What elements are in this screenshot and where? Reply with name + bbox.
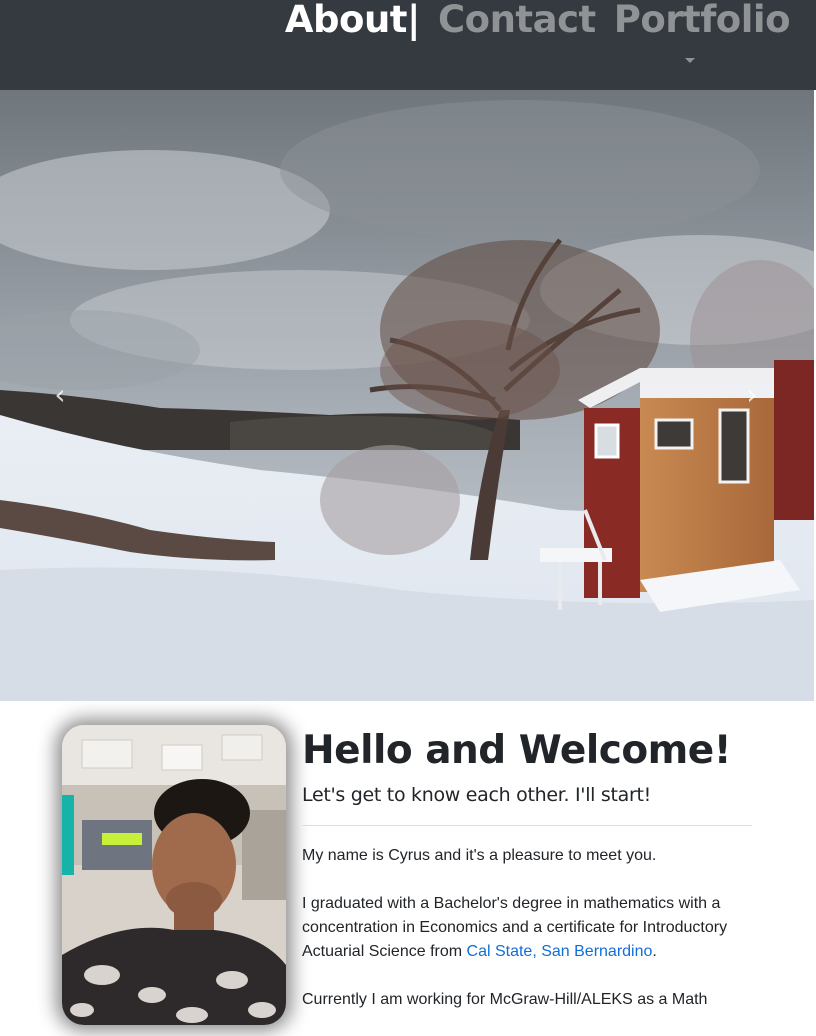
nav-contact-link[interactable]: Contact: [438, 0, 596, 40]
intro-paragraph-2: I graduated with a Bachelor's degree in …: [302, 892, 752, 964]
nav-portfolio-link[interactable]: Portfolio: [614, 0, 791, 40]
intro-paragraph-3: Currently I am working for McGraw-Hill/A…: [302, 991, 708, 1008]
intro-paragraph-2-end: .: [652, 943, 657, 960]
hero-carousel: ‹ ›: [0, 90, 814, 701]
nav-about-link[interactable]: About|: [285, 0, 421, 40]
page-title: Hello and Welcome!: [302, 728, 732, 773]
intro-lead: Let's get to know each other. I'll start…: [302, 784, 651, 806]
carousel-prev-icon[interactable]: ‹: [45, 380, 75, 410]
chevron-down-icon[interactable]: [684, 58, 695, 63]
carousel-next-icon[interactable]: ›: [737, 380, 767, 410]
profile-portrait-image: [62, 725, 286, 1025]
intro-paragraph-1: My name is Cyrus and it's a pleasure to …: [302, 847, 657, 864]
intro-section: Hello and Welcome! Let's get to know eac…: [302, 728, 752, 1036]
nav-portfolio-dropdown[interactable]: Portfolio: [596, 0, 791, 63]
profile-photo: [62, 725, 286, 1025]
snowy-landscape-image: [0, 90, 814, 701]
divider: [302, 825, 752, 826]
navbar: About| Contact Portfolio: [0, 0, 816, 90]
nav-links: About| Contact Portfolio: [267, 0, 791, 63]
cal-state-link[interactable]: Cal State, San Bernardino: [467, 943, 653, 960]
